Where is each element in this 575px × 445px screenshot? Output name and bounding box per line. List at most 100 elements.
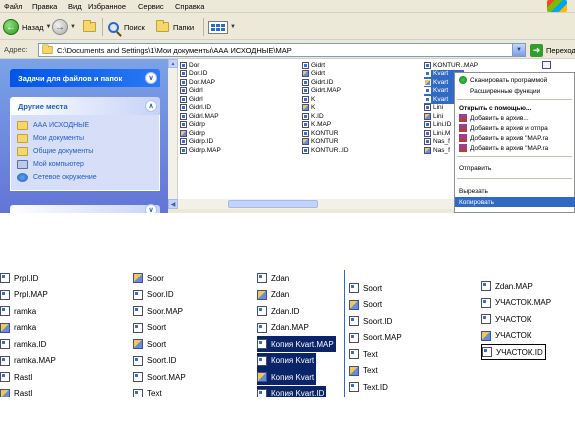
file-item[interactable]: УЧАСТОК.MAP [481, 295, 551, 311]
collapse-chevron-icon[interactable]: ∨ [145, 72, 157, 84]
place-network[interactable]: Сетевое окружение [17, 171, 159, 183]
menu-file[interactable]: Файл [4, 2, 22, 11]
go-button[interactable]: ➜ Переход [530, 43, 575, 57]
file-item[interactable]: Text [349, 363, 378, 379]
search-button[interactable]: Поиск [108, 18, 145, 36]
places-header[interactable]: Другие места ∧ [10, 97, 160, 115]
file-item[interactable]: ramka.ID [0, 336, 46, 352]
file-item[interactable]: Soor.MAP [133, 303, 183, 319]
file-item[interactable]: Gidrl.ID [180, 104, 300, 113]
menu-item-copy[interactable]: Копировать [455, 197, 575, 207]
scroll-left-icon[interactable]: ◀ [168, 199, 178, 209]
file-item[interactable]: Gidrt [302, 61, 422, 70]
file-item[interactable]: Копия Kvart [257, 369, 317, 385]
file-item[interactable]: Soort.MAP [133, 369, 186, 385]
menu-item-cut[interactable]: Вырезать [455, 186, 575, 196]
file-item[interactable]: Zdan [257, 270, 289, 286]
file-item[interactable]: Soort [349, 280, 382, 296]
file-item[interactable]: УЧАСТОК [481, 328, 532, 344]
tasks-header[interactable]: Задачи для файлов и папок ∨ [10, 69, 160, 87]
file-item[interactable]: Gidrt [302, 70, 422, 79]
place-my-computer[interactable]: Мой компьютер [17, 158, 159, 170]
file-item[interactable]: Gidrp.ID [180, 138, 300, 147]
details-header[interactable]: ∨ [10, 204, 160, 213]
menu-item-add-send[interactable]: Добавить в архив и отпра [455, 123, 575, 133]
file-item[interactable]: Копия Kvart.MAP [257, 336, 336, 352]
file-item[interactable]: Soort.MAP [349, 330, 402, 346]
menu-item-add-archive[interactable]: Добавить в архив... [455, 113, 575, 123]
file-item[interactable]: Soor.ID [133, 287, 174, 303]
place-shared-documents[interactable]: Общие документы [17, 145, 159, 157]
horizontal-scrollbar[interactable]: ◀ [168, 199, 456, 209]
file-item[interactable]: Soort [349, 297, 382, 313]
file-item[interactable]: Копия Kvart.ID [257, 385, 327, 397]
menu-item-send-to[interactable]: Отправить [455, 163, 575, 173]
file-item[interactable]: ramka.MAP [0, 353, 56, 369]
file-item[interactable]: Dor [180, 61, 300, 70]
collapse-chevron-icon[interactable]: ∧ [145, 100, 157, 112]
file-item[interactable]: KONTUR [302, 138, 422, 147]
menu-item-advanced[interactable]: Расширенные функции [455, 86, 575, 96]
file-item[interactable]: ramka [0, 303, 36, 319]
menu-item-add-map[interactable]: Добавить в архив "MAP.ra [455, 133, 575, 143]
file-item[interactable]: Zdan [257, 287, 289, 303]
file-item[interactable]: Zdan.MAP [257, 320, 309, 336]
file-item[interactable]: Gidrt.ID [302, 78, 422, 87]
file-item[interactable]: Soort.ID [133, 353, 176, 369]
file-item[interactable]: KONTUR..MAP [424, 61, 478, 70]
menu-view[interactable]: Вид [68, 2, 82, 11]
up-folder-button[interactable] [80, 18, 98, 36]
file-item[interactable]: ramka [0, 320, 36, 336]
file-item[interactable]: K [302, 95, 422, 104]
place-aaa-source[interactable]: ААА ИСХОДНЫЕ [17, 119, 159, 131]
file-item[interactable]: Text.ID [349, 379, 388, 395]
file-item[interactable]: K [302, 104, 422, 113]
file-item[interactable]: KONTUR..ID [302, 146, 422, 155]
file-item[interactable]: Gidrl [180, 95, 300, 104]
file-item[interactable]: K.ID [302, 112, 422, 121]
menu-item-add-map-send[interactable]: Добавить в архив "MAP.ra [455, 143, 575, 153]
file-item[interactable]: Soor [133, 270, 164, 286]
file-item[interactable]: Soort [133, 336, 166, 352]
file-item[interactable]: Zdan.MAP [481, 278, 533, 294]
back-button[interactable]: ← Назад ▼ [3, 18, 51, 36]
file-item[interactable]: Text [133, 386, 162, 397]
menu-item-open-with[interactable]: Открыть с помощью... [455, 103, 575, 113]
scroll-up-icon[interactable]: ▲ [168, 59, 178, 68]
file-item[interactable]: KONTUR [302, 129, 422, 138]
file-item[interactable]: Rastl [0, 369, 32, 385]
forward-button[interactable]: → ▼ [52, 18, 76, 36]
file-item[interactable]: Gidrl.MAP [180, 112, 300, 121]
file-item[interactable]: Dor.MAP [180, 78, 300, 87]
file-item[interactable]: Dor.ID [180, 70, 300, 79]
scroll-thumb[interactable] [228, 200, 318, 208]
folders-button[interactable]: Папки [156, 18, 194, 36]
menu-tools[interactable]: Сервис [138, 2, 164, 11]
file-item[interactable]: Soort.ID [349, 313, 392, 329]
menu-edit[interactable]: Правка [32, 2, 57, 11]
file-item[interactable]: УЧАСТОК.ID [481, 344, 546, 360]
file-item[interactable]: Gidrl [180, 87, 300, 96]
file-item[interactable]: Prpl.ID [0, 270, 38, 286]
file-item[interactable]: Soort [133, 320, 166, 336]
file-item[interactable]: Zdan.ID [257, 303, 299, 319]
file-item[interactable]: K.MAP [302, 121, 422, 130]
file-item[interactable]: Gidrp.MAP [180, 146, 300, 155]
file-item[interactable]: Gidrp [180, 129, 300, 138]
file-item[interactable]: УЧАСТОК [481, 311, 532, 327]
vertical-scrollbar[interactable]: ▲ [168, 59, 178, 205]
file-item[interactable]: Text [349, 346, 378, 362]
address-input[interactable]: C:\Documents and Settings\1\Мои документ… [38, 43, 526, 57]
file-item[interactable]: Gidrt.MAP [302, 87, 422, 96]
menu-help[interactable]: Справка [175, 2, 204, 11]
file-item[interactable]: Rastl [0, 386, 32, 397]
collapse-chevron-icon[interactable]: ∨ [145, 204, 157, 213]
menu-item-scan[interactable]: Сканировать программой [455, 75, 575, 85]
views-button[interactable]: ▼ [208, 18, 236, 36]
place-my-documents[interactable]: Мои документы [17, 132, 159, 144]
file-item[interactable]: Gidrp [180, 121, 300, 130]
file-item[interactable]: Копия Kvart [257, 352, 317, 369]
address-dropdown-icon[interactable]: ▼ [512, 44, 525, 56]
file-item[interactable]: Prpl.MAP [0, 287, 48, 303]
menu-favorites[interactable]: Избранное [88, 2, 126, 11]
